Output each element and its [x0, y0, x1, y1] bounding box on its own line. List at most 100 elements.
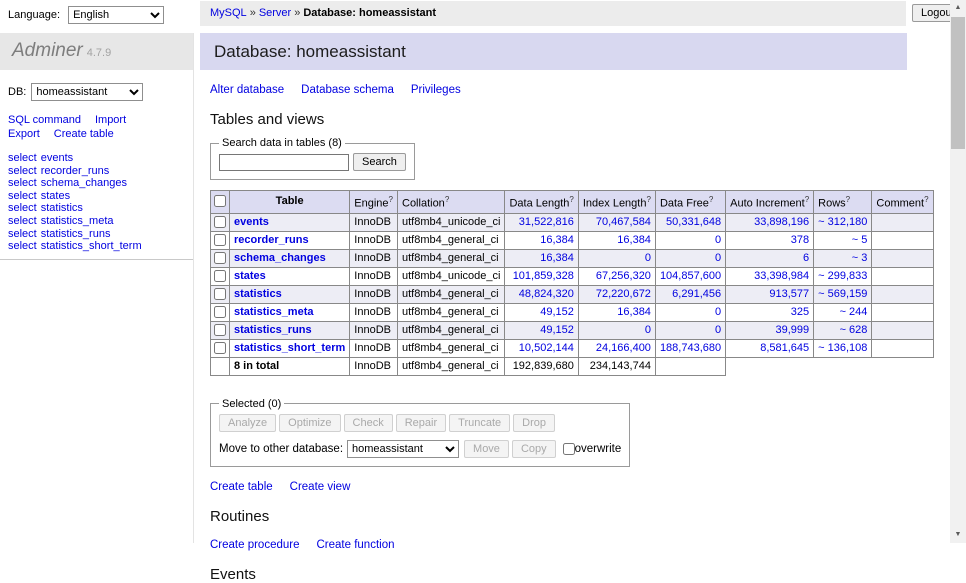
scroll-thumb[interactable]	[951, 17, 965, 149]
sidebar: Adminer4.7.9 DB:homeassistant SQL comman…	[0, 33, 193, 260]
rows-count-link[interactable]: ~ 244	[840, 306, 868, 318]
page-title: Database: homeassistant	[200, 33, 907, 70]
table-structure-link[interactable]: recorder_runs	[41, 165, 109, 177]
row-checkbox[interactable]	[214, 234, 226, 246]
move-button: Move	[464, 440, 509, 458]
auto-increment-cell: 378	[726, 231, 814, 249]
select-table-link[interactable]: select	[8, 190, 37, 202]
select-table-link[interactable]: select	[8, 177, 37, 189]
comment-cell	[872, 321, 933, 339]
breadcrumb-mysql-link[interactable]: MySQL	[210, 7, 247, 19]
privileges-link[interactable]: Privileges	[411, 84, 461, 96]
alter-database-link[interactable]: Alter database	[210, 84, 284, 96]
row-checkbox-cell	[211, 249, 230, 267]
table-name-link[interactable]: statistics_short_term	[234, 342, 345, 354]
engine-cell: InnoDB	[350, 231, 398, 249]
rows-count-link[interactable]: ~ 628	[840, 324, 868, 336]
rows-count-link[interactable]: ~ 569,159	[818, 288, 867, 300]
total-index-length: 234,143,744	[578, 357, 655, 375]
engine-cell: InnoDB	[350, 213, 398, 231]
table-name-link[interactable]: recorder_runs	[234, 234, 309, 246]
sidebar-table-item: select states	[8, 190, 193, 203]
table-structure-link[interactable]: statistics	[41, 202, 83, 214]
row-checkbox[interactable]	[214, 216, 226, 228]
rows-help-link[interactable]: ?	[846, 195, 850, 204]
rows-count-link[interactable]: ~ 3	[852, 252, 868, 264]
col-index-length: Index Length?	[578, 191, 655, 214]
sidebar-table-item: select statistics_runs	[8, 228, 193, 241]
table-structure-link[interactable]: schema_changes	[41, 177, 127, 189]
language-select[interactable]: English	[68, 6, 164, 24]
data-length-help-link[interactable]: ?	[569, 195, 573, 204]
select-table-link[interactable]: select	[8, 165, 37, 177]
select-table-link[interactable]: select	[8, 152, 37, 164]
select-all-checkbox[interactable]	[214, 195, 226, 207]
table-name-link[interactable]: statistics_meta	[234, 306, 314, 318]
create-procedure-link[interactable]: Create procedure	[210, 539, 300, 551]
database-schema-link[interactable]: Database schema	[301, 84, 394, 96]
table-name-link[interactable]: schema_changes	[234, 252, 326, 264]
sql-command-link[interactable]: SQL command	[8, 114, 81, 126]
overwrite-checkbox[interactable]	[563, 443, 575, 455]
row-checkbox[interactable]	[214, 306, 226, 318]
index-length-help-link[interactable]: ?	[646, 195, 650, 204]
create-function-link[interactable]: Create function	[317, 539, 395, 551]
search-button[interactable]: Search	[353, 153, 406, 171]
row-checkbox[interactable]	[214, 252, 226, 264]
table-name-link[interactable]: states	[234, 270, 266, 282]
data-free-help-link[interactable]: ?	[709, 195, 713, 204]
table-structure-link[interactable]: events	[41, 152, 73, 164]
sidebar-create-table-link[interactable]: Create table	[54, 128, 114, 140]
select-table-link[interactable]: select	[8, 228, 37, 240]
table-name-link[interactable]: statistics_runs	[234, 324, 312, 336]
tables-heading: Tables and views	[210, 111, 907, 128]
export-link[interactable]: Export	[8, 128, 40, 140]
scrollbar[interactable]: ▲ ▼	[950, 0, 966, 543]
col-collation-label: Collation	[402, 198, 445, 210]
select-table-link[interactable]: select	[8, 202, 37, 214]
row-checkbox-cell	[211, 213, 230, 231]
auto-increment-cell: 33,398,984	[726, 267, 814, 285]
rows-count-link[interactable]: ~ 312,180	[818, 216, 867, 228]
scroll-up-arrow-icon[interactable]: ▲	[950, 0, 966, 16]
table-name-link[interactable]: events	[234, 216, 269, 228]
select-table-link[interactable]: select	[8, 215, 37, 227]
rows-cell: ~ 244	[814, 303, 872, 321]
comment-cell	[872, 249, 933, 267]
move-db-select[interactable]: homeassistant	[347, 440, 459, 458]
scroll-down-arrow-icon[interactable]: ▼	[950, 527, 966, 543]
total-checkbox-cell	[211, 357, 230, 375]
row-checkbox[interactable]	[214, 324, 226, 336]
create-view-link[interactable]: Create view	[290, 481, 351, 493]
collation-help-link[interactable]: ?	[445, 195, 449, 204]
collation-cell: utf8mb4_general_ci	[398, 285, 505, 303]
repair-button: Repair	[396, 414, 446, 432]
breadcrumb-current: Database: homeassistant	[303, 7, 436, 19]
table-structure-link[interactable]: statistics_short_term	[41, 240, 142, 252]
search-input[interactable]	[219, 154, 349, 171]
row-checkbox[interactable]	[214, 288, 226, 300]
rows-cell: ~ 5	[814, 231, 872, 249]
index-length-cell: 70,467,584	[578, 213, 655, 231]
index-length-cell: 16,384	[578, 303, 655, 321]
table-structure-link[interactable]: states	[41, 190, 70, 202]
create-table-link[interactable]: Create table	[210, 481, 273, 493]
rows-count-link[interactable]: ~ 299,833	[818, 270, 867, 282]
table-name-link[interactable]: statistics	[234, 288, 282, 300]
import-link[interactable]: Import	[95, 114, 126, 126]
comment-help-link[interactable]: ?	[924, 195, 928, 204]
adminer-logo-link[interactable]: Adminer	[12, 40, 83, 61]
table-structure-link[interactable]: statistics_runs	[41, 228, 111, 240]
row-checkbox-cell	[211, 231, 230, 249]
overwrite-label: overwrite	[575, 443, 622, 455]
row-checkbox[interactable]	[214, 342, 226, 354]
row-checkbox[interactable]	[214, 270, 226, 282]
rows-count-link[interactable]: ~ 5	[852, 234, 868, 246]
breadcrumb-server-link[interactable]: Server	[259, 7, 291, 19]
table-structure-link[interactable]: statistics_meta	[41, 215, 114, 227]
rows-count-link[interactable]: ~ 136,108	[818, 342, 867, 354]
auto-increment-help-link[interactable]: ?	[805, 195, 809, 204]
select-table-link[interactable]: select	[8, 240, 37, 252]
db-select[interactable]: homeassistant	[31, 83, 143, 101]
engine-help-link[interactable]: ?	[389, 195, 393, 204]
